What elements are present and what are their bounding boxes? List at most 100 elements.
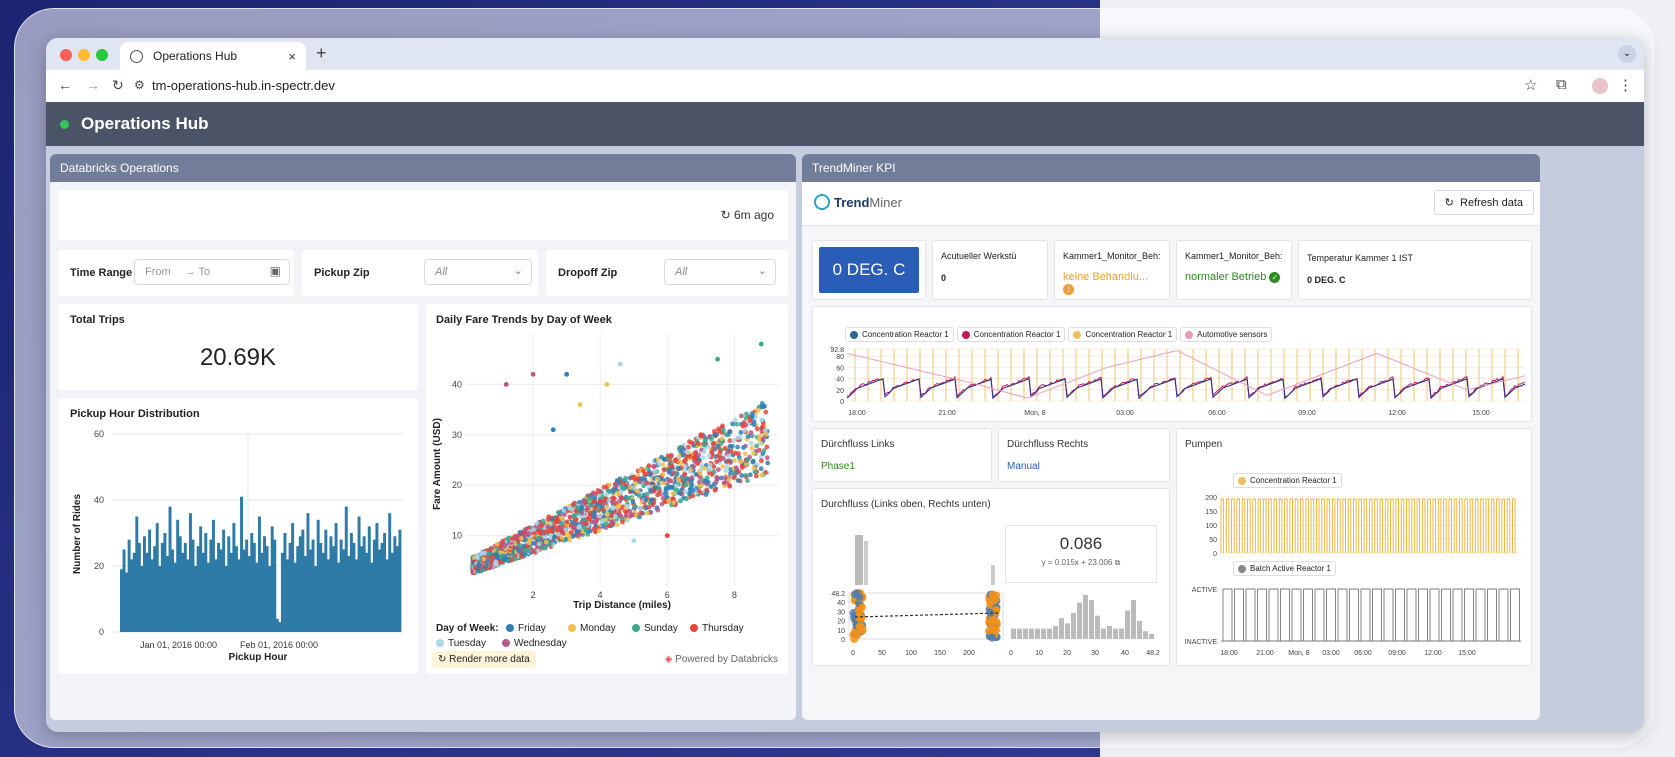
- close-window-button[interactable]: [60, 49, 72, 61]
- scatter-point: [722, 475, 728, 481]
- x-tick-label: 21:00: [938, 410, 956, 417]
- kpi-value: keine Behandlu... !: [1063, 271, 1149, 295]
- scatter-point: [531, 527, 536, 532]
- scatter-point: [536, 535, 541, 541]
- x-tick-label: 8: [732, 590, 737, 600]
- histogram-bar: [372, 539, 376, 632]
- histogram-bar: [165, 556, 169, 632]
- histogram-bar: [367, 526, 371, 632]
- histogram-bar: [311, 539, 315, 632]
- histogram-bar: [232, 523, 236, 632]
- histogram-bar: [1065, 623, 1070, 639]
- scatter-point: [697, 479, 702, 485]
- refresh-timestamp[interactable]: ↻ 6m ago: [721, 208, 774, 222]
- histogram-bar: [214, 559, 218, 632]
- scatter-point: [628, 484, 633, 490]
- histogram-bar: [991, 565, 995, 585]
- site-settings-icon[interactable]: ⚙: [134, 78, 145, 92]
- histogram-bar: [380, 542, 384, 632]
- refresh-data-button[interactable]: ↻ Refresh data: [1433, 190, 1534, 215]
- scatter-point: [691, 464, 696, 470]
- profile-avatar-icon[interactable]: [1592, 78, 1608, 94]
- status-dot-icon: [60, 119, 69, 129]
- scatter-point: [476, 561, 482, 567]
- date-range-input[interactable]: From → To ▣: [134, 259, 290, 285]
- histogram-bar: [398, 529, 402, 632]
- scatter-point: [617, 361, 623, 367]
- scatter-point: [726, 482, 732, 488]
- scatter-point: [857, 624, 865, 632]
- scatter-point: [559, 525, 564, 531]
- scatter-point: [569, 507, 575, 512]
- histogram-bar: [291, 523, 295, 632]
- reload-icon[interactable]: ↻: [112, 77, 124, 94]
- scatter-point: [664, 533, 670, 538]
- url-text[interactable]: tm-operations-hub.in-spectr.dev: [152, 78, 335, 93]
- scatter-point: [623, 475, 628, 481]
- scatter-point: [748, 440, 754, 446]
- scatter-point: [707, 462, 713, 468]
- new-tab-button[interactable]: +: [316, 43, 327, 64]
- render-more-button[interactable]: ↻ Render more data: [432, 651, 536, 668]
- scatter-point: [665, 453, 671, 459]
- scatter-point: [636, 493, 642, 498]
- scatter-point: [644, 491, 650, 497]
- legend-label: Friday: [518, 623, 546, 634]
- y-tick-label: 200: [1205, 495, 1217, 502]
- x-tick-label: 15:00: [1472, 410, 1490, 417]
- bookmark-star-icon[interactable]: ☆: [1524, 76, 1537, 94]
- scatter-point: [556, 510, 561, 515]
- y-tick-label: 0: [841, 637, 845, 644]
- scatter-point: [483, 563, 489, 569]
- more-menu-icon[interactable]: ⋮: [1618, 76, 1633, 94]
- close-tab-icon[interactable]: ×: [288, 49, 296, 64]
- pickup-zip-select[interactable]: All ⌄: [424, 259, 532, 285]
- check-icon: ✓: [1269, 272, 1281, 283]
- tab-search-chevron-icon[interactable]: ⌄: [1618, 45, 1636, 63]
- maximize-window-button[interactable]: [96, 49, 108, 61]
- scatter-point: [687, 453, 693, 459]
- histogram-bar: [155, 523, 159, 632]
- scatter-point: [700, 455, 706, 460]
- scatter-point: [642, 471, 648, 477]
- back-arrow-icon[interactable]: ←: [58, 77, 72, 93]
- histogram-bar: [1107, 626, 1112, 639]
- scatter-point: [512, 556, 518, 562]
- y-tick-label: 40: [94, 495, 104, 505]
- scatter-point: [474, 555, 480, 560]
- scatter-point: [724, 464, 730, 469]
- scatter-point: [988, 633, 997, 642]
- histogram-bar: [365, 552, 369, 632]
- scatter-point: [753, 473, 759, 479]
- legend-label: Sunday: [644, 623, 678, 634]
- scatter-point: [579, 520, 585, 525]
- scatter-point: [493, 559, 499, 565]
- scatter-point: [648, 472, 653, 478]
- extensions-icon[interactable]: ⧉: [1556, 76, 1567, 93]
- scatter-point: [674, 487, 680, 493]
- histogram-bar: [127, 539, 131, 632]
- scatter-point: [740, 465, 745, 470]
- scatter-point: [651, 464, 656, 469]
- browser-tab[interactable]: Operations Hub ×: [120, 42, 306, 70]
- dropoff-zip-select[interactable]: All ⌄: [664, 259, 776, 285]
- histogram-bar: [247, 556, 251, 632]
- forward-arrow-icon[interactable]: →: [86, 77, 100, 93]
- x-tick-label: 50: [878, 650, 886, 657]
- y-tick-label: 100: [1205, 523, 1217, 530]
- scatter-point: [755, 408, 761, 413]
- scatter-point: [630, 498, 636, 504]
- scatter-point: [763, 431, 769, 437]
- scatter-point: [744, 411, 749, 417]
- histogram-bar: [176, 519, 180, 632]
- scatter-point: [671, 500, 677, 505]
- histogram-bar: [1083, 594, 1088, 639]
- scatter-point: [586, 516, 592, 522]
- scatter-point: [519, 536, 524, 541]
- trend-chart: 0 20 40 60 8092.8 18:00 21:00 Mon, 8 03:00 06:00 0…: [830, 347, 1526, 417]
- y-tick-label: 20: [452, 480, 462, 490]
- scatter-point: [643, 497, 649, 503]
- histogram-bar: [339, 539, 343, 632]
- minimize-window-button[interactable]: [78, 49, 90, 61]
- chevron-down-icon: ⌄: [513, 265, 523, 277]
